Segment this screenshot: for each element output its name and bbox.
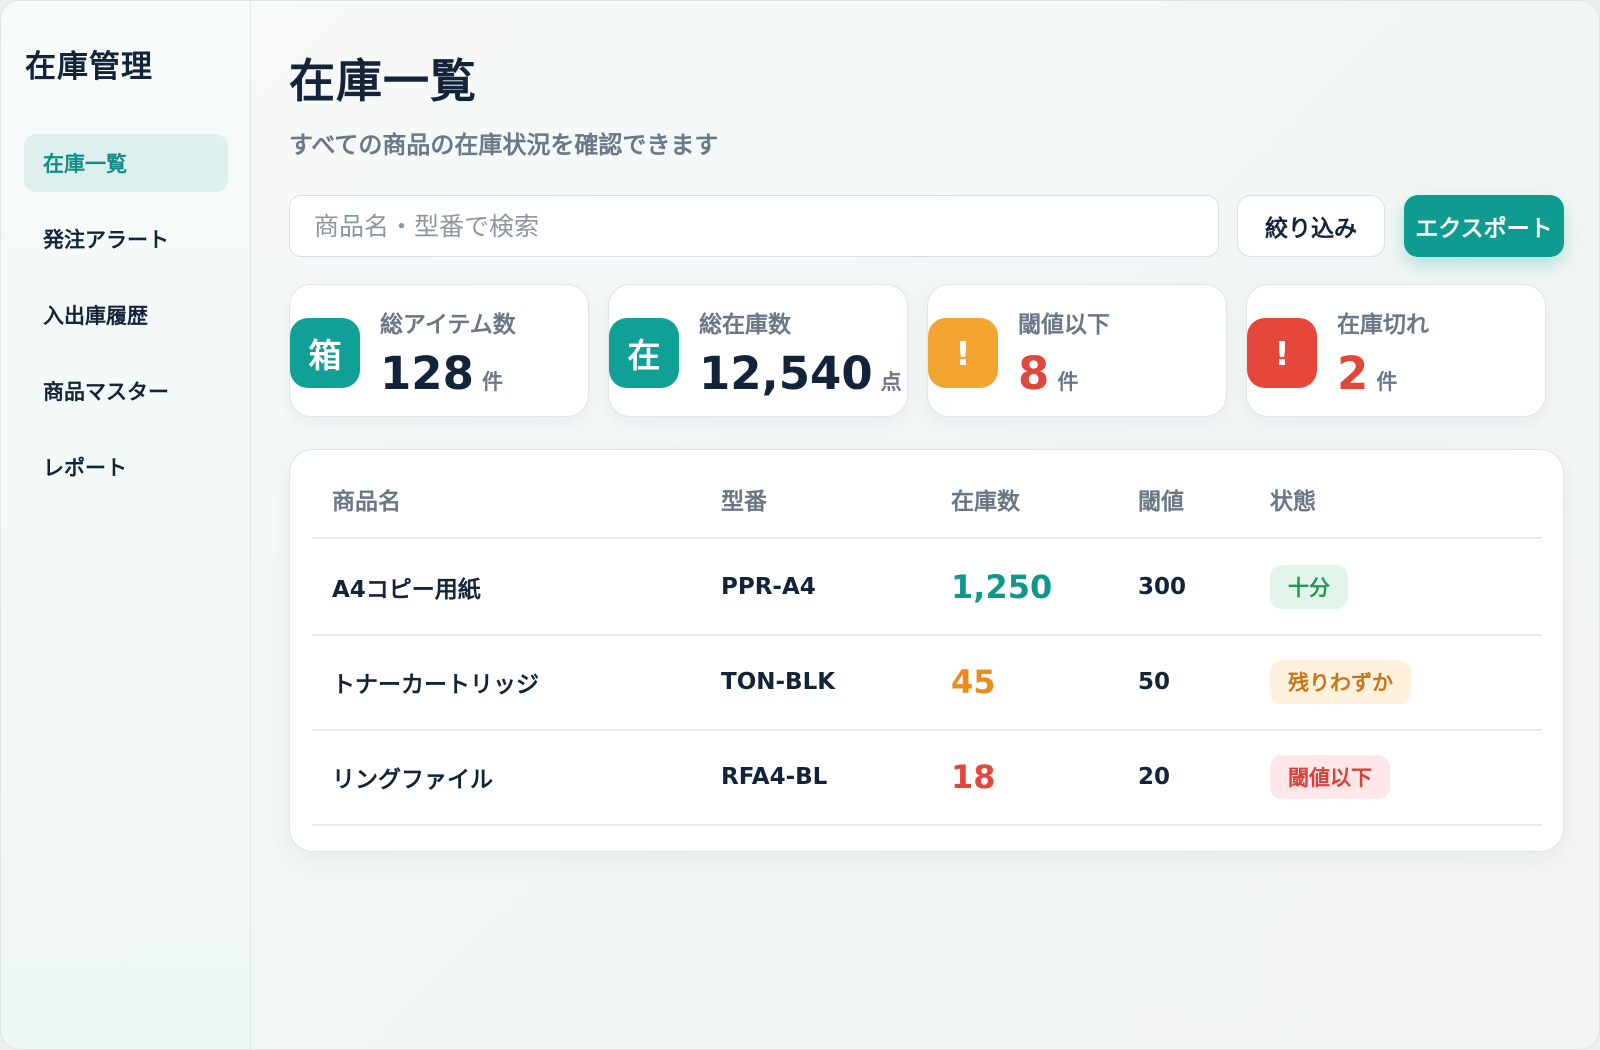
export-button[interactable]: エクスポート: [1404, 195, 1564, 257]
status-badge: 閾値以下: [1270, 755, 1390, 799]
threshold: 20: [1138, 764, 1171, 790]
page-subtitle: すべての商品の在庫状況を確認できます: [289, 131, 719, 159]
table-row[interactable]: A4コピー用紙 PPR-A4 1,250 300 十分: [312, 539, 1542, 635]
stat-value: 12,540 点: [699, 347, 902, 400]
sidebar-item-inventory-list[interactable]: 在庫一覧: [24, 134, 228, 192]
threshold: 50: [1138, 669, 1171, 695]
row-divider: [312, 824, 1542, 826]
status-cell: 十分: [1270, 539, 1348, 635]
column-header-sku[interactable]: 型番: [721, 482, 767, 516]
stat-value: 128 件: [380, 347, 503, 400]
status-badge: 十分: [1270, 565, 1348, 609]
stock-qty: 45: [951, 663, 996, 701]
column-header-threshold[interactable]: 閾値: [1138, 482, 1184, 516]
stat-label: 総アイテム数: [380, 312, 516, 338]
column-header-name[interactable]: 商品名: [332, 482, 401, 516]
stat-label: 総在庫数: [699, 312, 791, 338]
filter-button[interactable]: 絞り込み: [1237, 195, 1385, 257]
product-sku: PPR-A4: [721, 574, 816, 600]
stat-card-total-stock: 在 総在庫数 12,540 点: [608, 284, 908, 417]
stat-number: 12,540: [699, 347, 873, 400]
column-header-status[interactable]: 状態: [1270, 482, 1316, 516]
table-row[interactable]: リングファイル RFA4-BL 18 20 閾値以下: [312, 729, 1542, 825]
inventory-table: 商品名 型番 在庫数 閾値 状態 A4コピー用紙 PPR-A4 1,250 30…: [289, 449, 1564, 852]
stat-unit: 件: [1057, 370, 1079, 394]
stat-number: 2: [1337, 347, 1369, 400]
alert-icon: !: [1247, 318, 1317, 388]
sidebar-nav: 在庫一覧 発注アラート 入出庫履歴 商品マスター レポート: [24, 134, 228, 514]
stat-card-below-threshold: ! 閾値以下 8 件: [927, 284, 1227, 417]
column-header-qty[interactable]: 在庫数: [951, 482, 1020, 516]
stat-label: 在庫切れ: [1337, 312, 1429, 338]
product-name: A4コピー用紙: [332, 577, 481, 603]
app-window: 在庫管理 在庫一覧 発注アラート 入出庫履歴 商品マスター レポート 在庫一覧 …: [0, 0, 1600, 1050]
stock-qty: 18: [951, 758, 996, 796]
sidebar-item-reports[interactable]: レポート: [24, 438, 228, 496]
stock-icon: 在: [609, 318, 679, 388]
stat-card-total-items: 箱 総アイテム数 128 件: [289, 284, 589, 417]
stat-unit: 件: [1376, 370, 1398, 394]
product-name: トナーカートリッジ: [332, 672, 539, 698]
sidebar-item-product-master[interactable]: 商品マスター: [24, 362, 228, 420]
threshold: 300: [1138, 574, 1187, 600]
search-box[interactable]: [289, 195, 1219, 257]
main-content: 在庫一覧 すべての商品の在庫状況を確認できます 絞り込み エクスポート 箱 総ア…: [251, 1, 1599, 1049]
search-input[interactable]: [314, 196, 1218, 256]
status-badge: 残りわずか: [1270, 660, 1411, 704]
stat-unit: 件: [481, 370, 503, 394]
stock-qty: 1,250: [951, 568, 1053, 606]
warning-icon: !: [928, 318, 998, 388]
stat-value: 2 件: [1337, 347, 1397, 400]
product-sku: TON-BLK: [721, 669, 836, 695]
status-cell: 閾値以下: [1270, 729, 1390, 825]
sidebar-item-stock-history[interactable]: 入出庫履歴: [24, 286, 228, 344]
stat-card-out-of-stock: ! 在庫切れ 2 件: [1246, 284, 1546, 417]
stat-label: 閾値以下: [1018, 312, 1110, 338]
app-logo: 在庫管理: [25, 49, 153, 85]
stat-unit: 点: [880, 370, 902, 394]
stat-number: 8: [1018, 347, 1050, 400]
stat-number: 128: [380, 347, 474, 400]
status-cell: 残りわずか: [1270, 634, 1411, 730]
page-title: 在庫一覧: [289, 54, 477, 108]
product-name: リングファイル: [332, 767, 493, 793]
product-sku: RFA4-BL: [721, 764, 828, 790]
stat-value: 8 件: [1018, 347, 1078, 400]
box-icon: 箱: [290, 318, 360, 388]
sidebar: 在庫管理 在庫一覧 発注アラート 入出庫履歴 商品マスター レポート: [1, 1, 251, 1049]
table-row[interactable]: トナーカートリッジ TON-BLK 45 50 残りわずか: [312, 634, 1542, 730]
sidebar-item-order-alerts[interactable]: 発注アラート: [24, 210, 228, 268]
